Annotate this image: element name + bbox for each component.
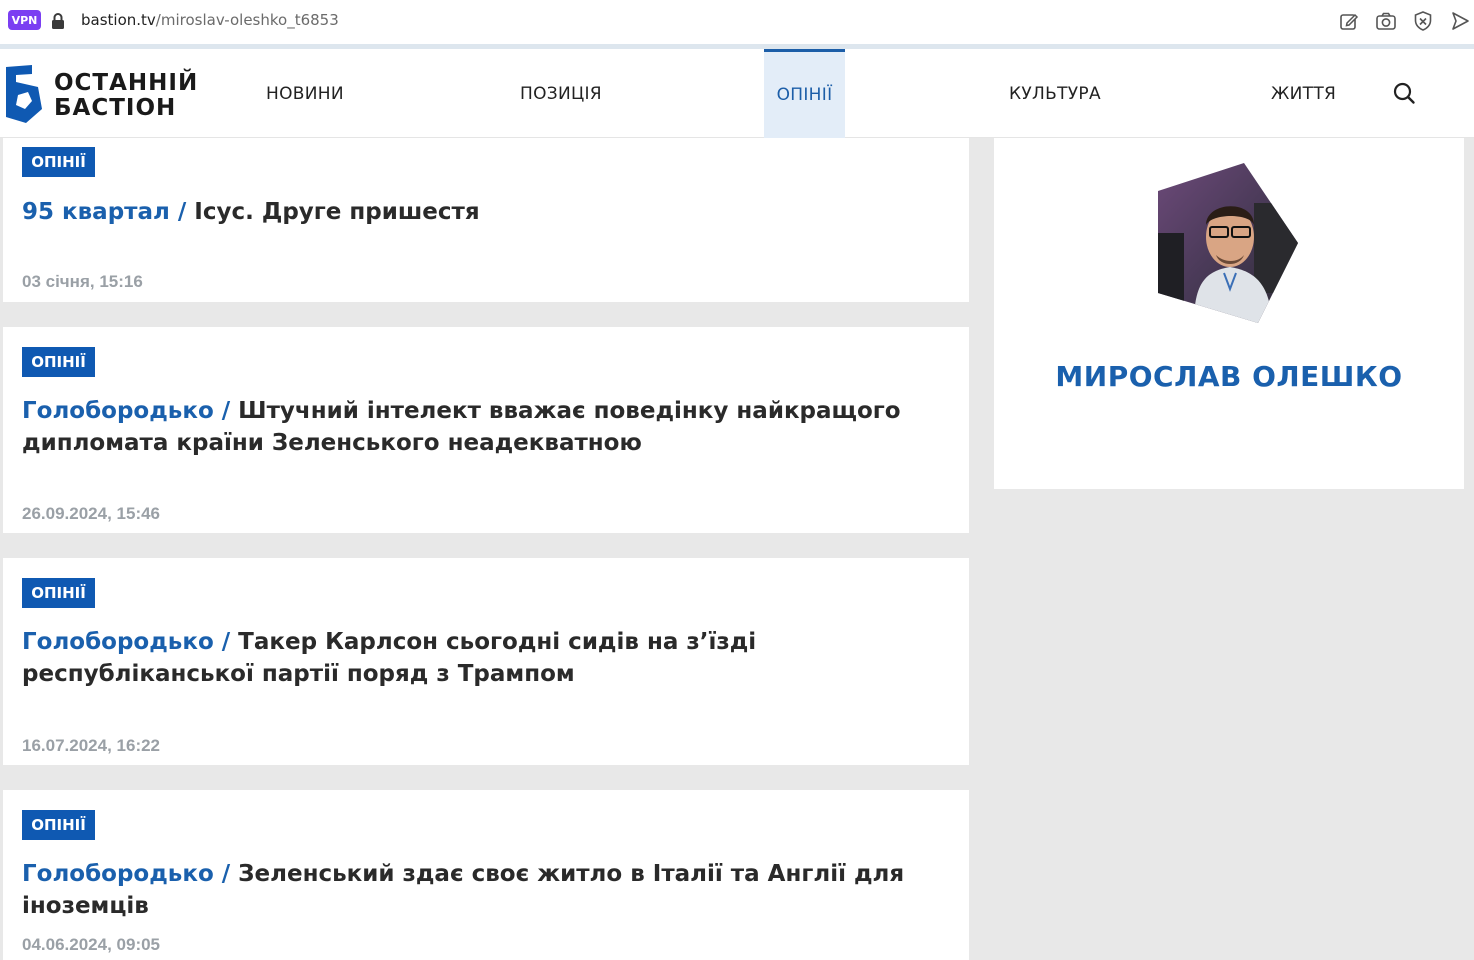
category-badge[interactable]: ОПІНІЇ (22, 147, 95, 177)
article-headline[interactable]: Голобородько / Зеленський здає своє житл… (22, 858, 962, 922)
logo-line-1: ОСТАННІЙ (54, 70, 199, 96)
article-card[interactable]: ОПІНІЇ Голобородько / Такер Карлсон сьог… (3, 558, 969, 765)
article-date: 26.09.2024, 15:46 (22, 504, 161, 523)
author-name: МИРОСЛАВ ОЛЕШКО (1055, 360, 1403, 393)
logo-text[interactable]: ОСТАННІЙ БАСТІОН (54, 71, 198, 121)
nav-news[interactable]: НОВИНИ (266, 49, 344, 138)
search-icon[interactable] (1392, 81, 1416, 105)
article-date: 04.06.2024, 09:05 (22, 935, 161, 954)
logo-line-2: БАСТІОН (54, 95, 177, 121)
article-date: 16.07.2024, 16:22 (22, 736, 161, 755)
article-author[interactable]: Голобородько / (22, 861, 230, 887)
article-author[interactable]: Голобородько / (22, 398, 230, 424)
author-avatar[interactable] (1154, 163, 1298, 323)
camera-icon[interactable] (1375, 10, 1397, 32)
article-headline[interactable]: 95 квартал / Ісус. Друге пришестя (22, 196, 962, 228)
article-date: 03 січня, 15:16 (22, 272, 143, 291)
nav-culture[interactable]: КУЛЬТУРА (1009, 49, 1101, 138)
category-badge[interactable]: ОПІНІЇ (22, 810, 95, 840)
url-path: /miroslav-oleshko_t6853 (155, 11, 339, 29)
nav-life[interactable]: ЖИТТЯ (1271, 49, 1336, 138)
send-icon[interactable] (1449, 10, 1471, 32)
article-card[interactable]: ОПІНІЇ Голобородько / Штучний інтелект в… (3, 327, 969, 533)
article-card[interactable]: ОПІНІЇ Голобородько / Зеленський здає св… (3, 790, 969, 960)
url-host: bastion.tv (81, 11, 156, 29)
category-badge[interactable]: ОПІНІЇ (22, 578, 95, 608)
article-card[interactable]: ОПІНІЇ 95 квартал / Ісус. Друге пришестя… (3, 138, 969, 302)
article-headline[interactable]: Голобородько / Такер Карлсон сьогодні си… (22, 626, 962, 690)
article-title[interactable]: Ісус. Друге пришестя (186, 199, 479, 225)
nav-opinions[interactable]: ОПІНІЇ (764, 49, 845, 138)
article-author[interactable]: 95 квартал / (22, 199, 186, 225)
edit-icon[interactable] (1338, 10, 1360, 32)
article-headline[interactable]: Голобородько / Штучний інтелект вважає п… (22, 395, 962, 459)
browser-toolbar: VPN bastion.tv/miroslav-oleshko_t6853 (0, 0, 1474, 44)
shield-close-icon[interactable] (1412, 10, 1434, 32)
site-header: ОСТАННІЙ БАСТІОН НОВИНИ ПОЗИЦІЯ ОПІНІЇ К… (0, 49, 1474, 138)
category-badge[interactable]: ОПІНІЇ (22, 347, 95, 377)
lock-icon[interactable] (51, 12, 65, 30)
vpn-badge[interactable]: VPN (8, 10, 41, 30)
author-card: МИРОСЛАВ ОЛЕШКО (994, 138, 1464, 489)
logo-icon[interactable] (2, 65, 42, 123)
article-author[interactable]: Голобородько / (22, 629, 230, 655)
address-bar[interactable]: bastion.tv/miroslav-oleshko_t6853 (81, 11, 339, 29)
nav-position[interactable]: ПОЗИЦІЯ (520, 49, 602, 138)
